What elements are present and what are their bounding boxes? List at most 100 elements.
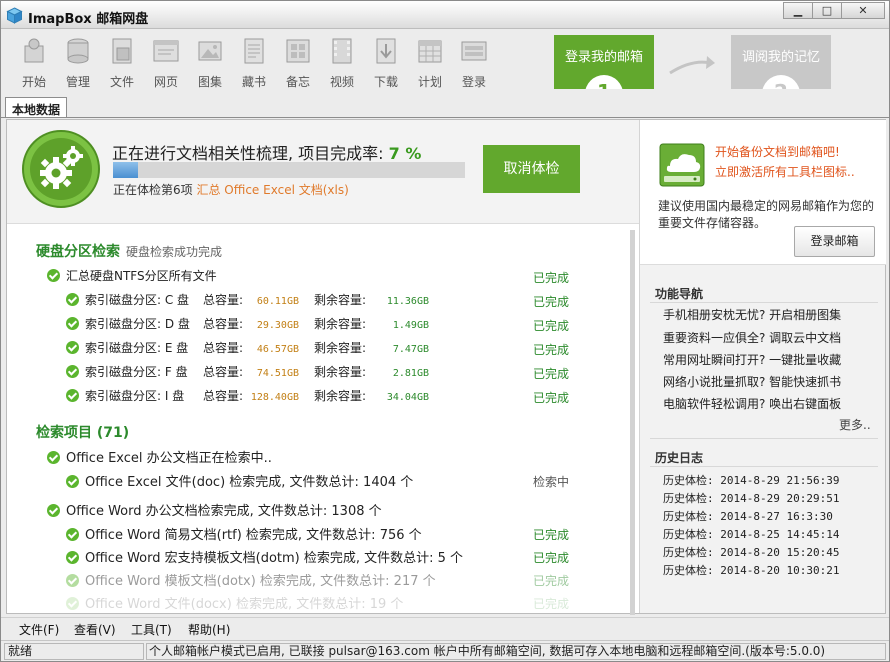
- tab-local-data[interactable]: 本地数据: [5, 97, 68, 118]
- step2-label: 调阅我的记忆: [741, 50, 820, 65]
- backup-promo: 开始备份文档到邮箱吧! 立即激活所有工具栏图标.. 建议使用国内最稳定的网易邮箱…: [640, 120, 886, 265]
- menu-tools[interactable]: 工具(T): [131, 621, 172, 638]
- history-item[interactable]: 历史体检: 2014-8-25 14:45:14: [663, 526, 839, 542]
- status-text: 已完成: [533, 295, 570, 309]
- database-icon: [67, 38, 89, 64]
- calendar-icon: [418, 40, 442, 63]
- step1-label: 登录我的邮箱: [564, 50, 643, 65]
- check-icon: [47, 451, 60, 464]
- more-link[interactable]: 更多..: [839, 416, 871, 433]
- close-icon: ✕: [858, 4, 868, 17]
- free-label: 剩余容量:: [314, 341, 367, 355]
- promo-activate-link[interactable]: 立即激活所有工具栏图标..: [715, 163, 855, 180]
- toolbar-label: 文件: [109, 75, 134, 89]
- status-text: 已完成: [533, 271, 570, 285]
- toolbar-start-button[interactable]: 开始: [13, 36, 55, 90]
- history-item[interactable]: 历史体检: 2014-8-29 20:29:51: [663, 490, 839, 506]
- title-bar[interactable]: ImapBox 邮箱网盘 ▁ □ ✕: [1, 1, 889, 29]
- book-icon: [244, 38, 264, 64]
- check-icon: [66, 597, 79, 610]
- toolbar-books-button[interactable]: 藏书: [233, 36, 275, 90]
- history-item[interactable]: 历史体检: 2014-8-20 15:20:45: [663, 544, 839, 560]
- app-cube-icon: [6, 7, 23, 24]
- divider: [650, 302, 878, 303]
- window-controls: ▁ □ ✕: [783, 2, 885, 19]
- minimize-icon: ▁: [793, 4, 803, 17]
- toolbar-video-button[interactable]: 视频: [321, 36, 363, 90]
- login-mailbox-step-button[interactable]: 登录我的邮箱 1: [554, 35, 654, 89]
- status-text: 已完成: [533, 391, 570, 405]
- partition-total: 74.51GB: [256, 368, 299, 379]
- status-bar: 就绪 个人邮箱帐户模式已启用, 已联接 pulsar@163.com 帐户中所有…: [1, 640, 889, 661]
- status-text: 已完成: [533, 574, 570, 588]
- toolbar-label: 图集: [197, 75, 222, 89]
- toolbar-memo-button[interactable]: 备忘: [277, 36, 319, 90]
- web-icon: [153, 40, 179, 62]
- scan-results-list[interactable]: 硬盘分区检索 硬盘检索成功完成 汇总硬盘NTFS分区所有文件 已完成 索引磁盘分区…: [7, 225, 639, 613]
- partition-row: 索引磁盘分区: F 盘 总容量: 74.51GB 剩余容量: 2.81GB: [66, 363, 429, 383]
- menu-view[interactable]: 查看(V): [74, 621, 116, 638]
- login-mailbox-button[interactable]: 登录邮箱: [794, 226, 875, 257]
- maximize-button[interactable]: □: [812, 2, 842, 19]
- disk-summary-label: 汇总硬盘NTFS分区所有文件: [66, 269, 217, 283]
- menu-help[interactable]: 帮助(H): [188, 621, 230, 638]
- history-item[interactable]: 历史体检: 2014-8-29 21:56:39: [663, 472, 839, 488]
- cancel-scan-button[interactable]: 取消体检: [483, 145, 580, 193]
- item-label: Office Excel 文件(doc) 检索完成, 文件数总计: 1404 个: [85, 475, 414, 490]
- group-label: Office Excel 办公文档正在检索中..: [66, 451, 272, 466]
- nav-link[interactable]: 电脑软件轻松调用? 唤出右键面板: [663, 395, 841, 412]
- history-item[interactable]: 历史体检: 2014-8-27 16:3:30: [663, 508, 833, 524]
- toolbar-plan-button[interactable]: 计划: [409, 36, 451, 90]
- vertical-scrollbar[interactable]: [630, 230, 635, 615]
- status-text: 已完成: [533, 551, 570, 565]
- nav-link[interactable]: 常用网址瞬间打开? 一键批量收藏: [663, 351, 841, 368]
- nav-link[interactable]: 网络小说批量抓取? 智能快速抓书: [663, 373, 841, 390]
- total-label: 总容量:: [203, 293, 244, 307]
- toolbar-label: 计划: [417, 75, 442, 89]
- toolbar-login-button[interactable]: 登录: [453, 36, 495, 90]
- side-panel: 开始备份文档到邮箱吧! 立即激活所有工具栏图标.. 建议使用国内最稳定的网易邮箱…: [639, 120, 886, 613]
- list-item: Office Word 简易文档(rtf) 检索完成, 文件数总计: 756 个: [66, 524, 422, 544]
- nav-link[interactable]: 重要资料一应俱全? 调取云中文档: [663, 329, 841, 346]
- progress-current-item: 汇总 Office Excel 文档(xls): [196, 183, 349, 197]
- view-memory-step-button[interactable]: 调阅我的记忆 2: [731, 35, 831, 89]
- arrow-right-icon: [669, 56, 715, 75]
- toolbar-file-button[interactable]: 文件: [101, 36, 143, 90]
- memo-icon: [286, 39, 310, 63]
- tab-divider: [1, 117, 889, 118]
- status-text: 已完成: [533, 319, 570, 333]
- cloud-drive-icon: [659, 143, 705, 187]
- status-text: 已完成: [533, 528, 570, 542]
- toolbar-label: 开始: [21, 75, 46, 89]
- history-item[interactable]: 历史体检: 2014-8-20 10:30:21: [663, 562, 839, 578]
- search-section-title: 检索项目 (71): [36, 425, 130, 441]
- partition-total: 128.40GB: [250, 392, 299, 403]
- check-icon: [66, 551, 79, 564]
- total-label: 总容量:: [203, 365, 244, 379]
- check-icon: [47, 269, 60, 282]
- tab-strip: 本地数据: [5, 97, 68, 118]
- list-item: Office Word 模板文档(dotx) 检索完成, 文件数总计: 217 …: [66, 570, 436, 590]
- check-icon: [66, 365, 79, 378]
- minimize-button[interactable]: ▁: [783, 2, 813, 19]
- download-icon: [376, 38, 396, 64]
- toolbar-gallery-button[interactable]: 图集: [189, 36, 231, 90]
- partition-row: 索引磁盘分区: D 盘总容量: 29.30GB 剩余容量: 1.49GB: [66, 315, 429, 335]
- menu-file[interactable]: 文件(F): [19, 621, 59, 638]
- toolbar-manage-button[interactable]: 管理: [57, 36, 99, 90]
- window-title: ImapBox 邮箱网盘: [28, 12, 149, 27]
- start-icon: [24, 38, 44, 63]
- toolbar-label: 登录: [461, 75, 486, 89]
- gallery-icon: [198, 41, 222, 61]
- toolbar-download-button[interactable]: 下载: [365, 36, 407, 90]
- partition-label: 索引磁盘分区: D 盘: [85, 317, 190, 331]
- nav-link[interactable]: 手机相册安枕无忧? 开启相册图集: [663, 306, 841, 323]
- close-button[interactable]: ✕: [841, 2, 885, 19]
- partition-total: 60.11GB: [256, 296, 299, 307]
- promo-title[interactable]: 开始备份文档到邮箱吧!: [715, 143, 840, 160]
- step2-number: 2: [762, 75, 800, 89]
- toolbar-label: 管理: [65, 75, 90, 89]
- toolbar-web-button[interactable]: 网页: [145, 36, 187, 90]
- gears-icon: [22, 130, 100, 208]
- free-label: 剩余容量:: [314, 317, 367, 331]
